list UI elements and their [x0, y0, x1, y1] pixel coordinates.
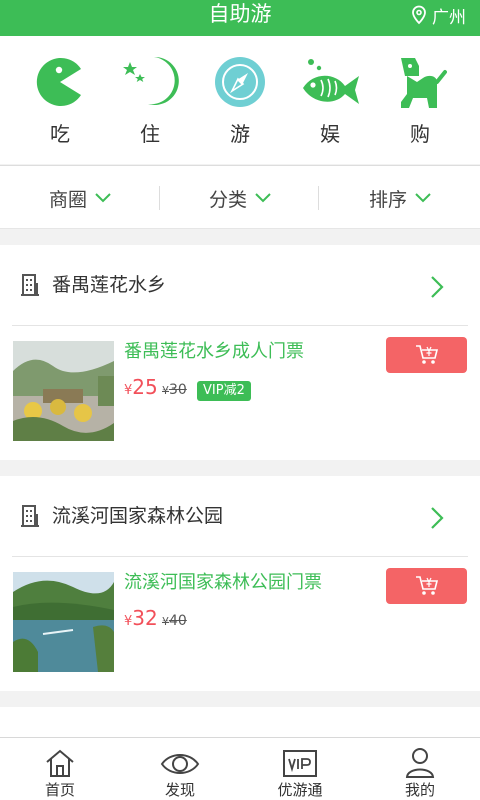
tab-discover[interactable]: 发现 — [120, 738, 240, 800]
category-label: 购 — [410, 122, 430, 146]
product-thumbnail[interactable] — [13, 341, 114, 441]
vip-discount-badge: VIP减2 — [197, 381, 251, 401]
category-tour[interactable]: 游 — [200, 50, 280, 147]
original-price-value: 40 — [169, 613, 187, 629]
tab-label: 我的 — [404, 781, 435, 799]
dog-icon — [401, 58, 447, 108]
filter-sort[interactable]: 排序 — [320, 166, 480, 230]
tab-label: 发现 — [164, 781, 195, 799]
product-name[interactable]: 番禺莲花水乡成人门票 — [124, 337, 304, 363]
product-name[interactable]: 流溪河国家森林公园门票 — [124, 568, 322, 594]
price-value: 25 — [132, 375, 158, 399]
merchant-name: 流溪河国家森林公园 — [52, 505, 224, 527]
location-label: 广州 — [432, 7, 466, 28]
tab-label: 首页 — [44, 781, 75, 799]
currency-symbol: ¥ — [162, 384, 169, 397]
tab-label: 优游通 — [277, 781, 323, 799]
category-stay[interactable]: 住 — [110, 50, 190, 147]
card-divider — [12, 556, 468, 557]
cart-icon — [415, 345, 438, 364]
lake-photo-image — [13, 572, 114, 672]
filter-category[interactable]: 分类 — [160, 166, 320, 230]
add-to-cart-button[interactable] — [386, 568, 467, 604]
product-thumbnail[interactable] — [13, 572, 114, 672]
price-value: 32 — [132, 606, 158, 630]
user-icon — [405, 748, 435, 778]
category-grid: 吃 住 游 娱 购 — [0, 36, 480, 164]
chevron-down-icon — [95, 193, 111, 203]
product-price: ¥25 — [124, 375, 158, 399]
filter-divider — [318, 186, 319, 210]
category-eat[interactable]: 吃 — [20, 50, 100, 147]
bottom-tab-bar: 首页 发现 优游通 我的 — [0, 737, 480, 800]
app-header: 自助游 广州 — [0, 0, 480, 36]
building-icon — [21, 274, 39, 296]
chevron-right-icon — [431, 276, 444, 298]
home-icon — [46, 749, 74, 777]
merchant-card-partial — [0, 707, 480, 737]
original-price-value: 30 — [169, 382, 187, 398]
vip-card-icon — [283, 750, 317, 777]
location-selector[interactable]: 广州 — [410, 0, 466, 30]
chevron-right-icon — [431, 507, 444, 529]
original-price: ¥40 — [162, 613, 187, 629]
compass-icon — [215, 57, 265, 107]
merchant-name: 番禺莲花水乡 — [52, 274, 167, 296]
add-to-cart-button[interactable] — [386, 337, 467, 373]
original-price: ¥30 — [162, 382, 187, 398]
filter-bar: 商圈 分类 排序 — [0, 165, 480, 229]
page-title: 自助游 — [208, 2, 272, 26]
eye-icon — [160, 754, 200, 774]
merchant-card: 流溪河国家森林公园 流溪河国家森林公园门票 ¥32 ¥40 — [0, 476, 480, 691]
tab-profile[interactable]: 我的 — [360, 738, 480, 800]
merchant-header[interactable]: 流溪河国家森林公园 — [0, 476, 480, 556]
merchant-card: 番禺莲花水乡 番禺莲花水乡成人门票 ¥25 ¥30 VIP减2 — [0, 245, 480, 460]
card-divider — [12, 325, 468, 326]
tab-home[interactable]: 首页 — [0, 738, 120, 800]
category-label: 吃 — [50, 122, 70, 146]
category-label: 住 — [140, 122, 160, 146]
cart-icon — [415, 576, 438, 595]
category-fun[interactable]: 娱 — [290, 50, 370, 147]
merchant-header[interactable]: 番禺莲花水乡 — [0, 245, 480, 325]
pacman-icon — [36, 58, 81, 106]
location-pin-icon — [412, 5, 426, 25]
filter-label: 分类 — [208, 188, 247, 211]
tab-vip-pass[interactable]: 优游通 — [240, 738, 360, 800]
filter-label: 商圈 — [48, 188, 87, 211]
currency-symbol: ¥ — [162, 615, 169, 628]
product-price: ¥32 — [124, 606, 158, 630]
category-label: 娱 — [320, 122, 340, 146]
filter-label: 排序 — [368, 188, 407, 211]
building-icon — [21, 505, 39, 527]
park-photo-image — [13, 341, 114, 441]
fish-icon — [303, 59, 359, 104]
filter-business-district[interactable]: 商圈 — [0, 166, 160, 230]
chevron-down-icon — [415, 193, 431, 203]
moon-stars-icon — [123, 56, 179, 105]
category-label: 游 — [230, 122, 250, 146]
chevron-down-icon — [255, 193, 271, 203]
category-shop[interactable]: 购 — [380, 50, 460, 147]
